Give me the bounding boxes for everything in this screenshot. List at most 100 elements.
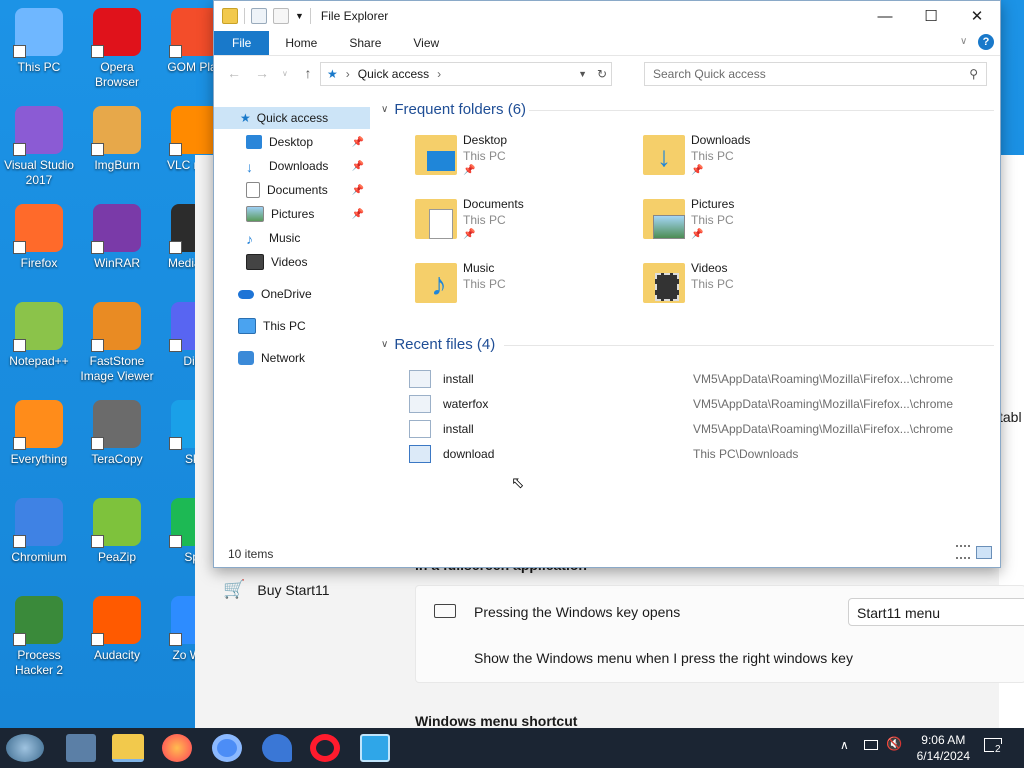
imgburn-icon: [91, 106, 141, 156]
help-icon[interactable]: ?: [978, 34, 994, 50]
chevron-down-icon: ∨: [381, 339, 389, 350]
address-text: Quick access: [357, 67, 430, 81]
network-tray-icon[interactable]: [864, 740, 878, 750]
address-bar[interactable]: ★ › Quick access › ▼ ↻: [320, 62, 612, 86]
close-button[interactable]: ✕: [954, 1, 1000, 31]
desktop-shortcut[interactable]: This PC: [0, 8, 78, 75]
file-icon: [409, 395, 431, 413]
nav-pictures[interactable]: Pictures 📌: [214, 203, 370, 225]
start11-app-icon[interactable]: [360, 734, 390, 762]
desktop-shortcut[interactable]: WinRAR: [78, 204, 156, 271]
recent-file-row[interactable]: download This PC\Downloads: [409, 443, 994, 465]
back-button[interactable]: ←: [222, 65, 246, 81]
desktop-shortcut-label: This PC: [17, 60, 61, 74]
notification-count-badge: 2: [994, 744, 1002, 755]
recent-file-row[interactable]: waterfox VM5\AppData\Roaming\Mozilla\Fir…: [409, 393, 994, 415]
waterfox-icon[interactable]: [262, 734, 292, 762]
search-box[interactable]: Search Quick access ⚲: [644, 62, 987, 86]
start11-icon[interactable]: [6, 734, 44, 762]
file-name: waterfox: [443, 397, 489, 411]
task-view-icon[interactable]: [66, 734, 96, 762]
desktop-shortcut[interactable]: ImgBurn: [78, 106, 156, 173]
refresh-icon[interactable]: ↻: [597, 67, 607, 81]
clock[interactable]: 9:06 AM 6/14/2024: [917, 732, 970, 764]
desktop-shortcut[interactable]: Firefox: [0, 204, 78, 271]
maximize-button[interactable]: ☐: [908, 1, 954, 31]
expand-ribbon-icon[interactable]: ∨: [960, 36, 967, 47]
file-explorer-window[interactable]: ▼ File Explorer — ☐ ✕ File Home Share Vi…: [213, 0, 1001, 568]
folder-name: Downloads: [691, 133, 751, 147]
folder-documents[interactable]: Documents This PC 📌: [415, 197, 635, 249]
opera-icon[interactable]: [310, 734, 340, 762]
folder-location: This PC: [463, 149, 506, 163]
nav-network[interactable]: Network: [214, 347, 370, 369]
pin-icon[interactable]: 📌: [352, 185, 364, 196]
visual-studio-icon: [13, 106, 63, 156]
desktop-shortcut[interactable]: Opera Browser: [78, 8, 156, 90]
minimize-button[interactable]: —: [862, 1, 908, 31]
file-explorer-icon[interactable]: [112, 734, 144, 762]
desktop-shortcut[interactable]: Everything: [0, 400, 78, 467]
up-button[interactable]: ↑: [296, 65, 320, 81]
folder-music[interactable]: ♪ Music This PC: [415, 261, 635, 313]
folder-downloads[interactable]: ↓ Downloads This PC 📌: [643, 133, 863, 185]
recent-file-row[interactable]: install VM5\AppData\Roaming\Mozilla\Fire…: [409, 368, 994, 390]
details-view-icon[interactable]: [956, 545, 970, 559]
nav-desktop[interactable]: Desktop 📌: [214, 131, 370, 153]
pin-icon[interactable]: 📌: [352, 137, 364, 148]
forward-button[interactable]: →: [250, 65, 274, 81]
large-icons-view-icon[interactable]: [976, 546, 992, 559]
desktop-shortcut[interactable]: TeraCopy: [78, 400, 156, 467]
tab-home[interactable]: Home: [269, 31, 333, 55]
nav-onedrive[interactable]: OneDrive: [214, 283, 370, 305]
nav-videos[interactable]: Videos: [214, 251, 370, 273]
tab-file[interactable]: File: [214, 31, 270, 55]
nav-downloads[interactable]: ↓ Downloads 📌: [214, 155, 370, 177]
folder-videos[interactable]: Videos This PC: [643, 261, 863, 313]
title-bar[interactable]: ▼ File Explorer — ☐ ✕: [214, 1, 1000, 31]
folder-desktop[interactable]: Desktop This PC 📌: [415, 133, 635, 185]
tab-view[interactable]: View: [397, 31, 455, 55]
address-dropdown-icon[interactable]: ▼: [578, 69, 587, 79]
buy-start11-button[interactable]: 🛒 Buy Start11: [223, 579, 330, 600]
customize-qat-icon[interactable]: ▼: [295, 11, 304, 21]
frequent-folders-header[interactable]: ∨ Frequent folders (6): [381, 101, 526, 118]
desktop-shortcut-label: WinRAR: [93, 256, 140, 270]
nav-this-pc[interactable]: This PC: [214, 315, 370, 337]
folder-name: Documents: [463, 197, 524, 211]
nav-music[interactable]: ♪ Music: [214, 227, 370, 249]
nav-label: This PC: [263, 319, 306, 333]
folder-pictures[interactable]: Pictures This PC 📌: [643, 197, 863, 249]
chromium-icon[interactable]: [212, 734, 242, 762]
desktop-shortcut[interactable]: Visual Studio 2017: [0, 106, 78, 188]
vlc-icon: [169, 106, 219, 156]
windows-key-select[interactable]: Start11 menu: [848, 598, 1024, 626]
nav-label: Downloads: [269, 159, 329, 173]
pin-icon: 📌: [691, 229, 704, 240]
nav-quick-access[interactable]: ★ Quick access: [214, 107, 370, 129]
search-icon: ⚲: [969, 67, 978, 81]
desktop-shortcut[interactable]: PeaZip: [78, 498, 156, 565]
recent-file-row[interactable]: install VM5\AppData\Roaming\Mozilla\Fire…: [409, 418, 994, 440]
recent-files-header[interactable]: ∨ Recent files (4): [381, 336, 495, 353]
right-key-label[interactable]: Show the Windows menu when I press the r…: [474, 650, 853, 666]
volume-muted-icon[interactable]: 🔇: [886, 736, 902, 752]
desktop-shortcut[interactable]: FastStone Image Viewer: [78, 302, 156, 384]
desktop-shortcut[interactable]: Audacity: [78, 596, 156, 663]
tab-share[interactable]: Share: [333, 31, 397, 55]
pin-icon[interactable]: 📌: [352, 161, 364, 172]
desktop-shortcut[interactable]: Process Hacker 2: [0, 596, 78, 678]
show-hidden-icons[interactable]: ∧: [840, 738, 849, 752]
peazip-icon: [91, 498, 141, 548]
search-input[interactable]: Search Quick access: [653, 67, 766, 81]
new-folder-icon[interactable]: [273, 8, 289, 24]
desktop-shortcut[interactable]: Notepad++: [0, 302, 78, 369]
faststone-icon: [91, 302, 141, 352]
nav-documents[interactable]: Documents 📌: [214, 179, 370, 201]
pin-icon[interactable]: 📌: [352, 209, 364, 220]
firefox-icon[interactable]: [162, 734, 192, 762]
recent-locations-icon[interactable]: ∨: [282, 69, 288, 78]
desktop-shortcut[interactable]: Chromium: [0, 498, 78, 565]
properties-icon[interactable]: [251, 8, 267, 24]
desktop-icon: [246, 135, 262, 149]
